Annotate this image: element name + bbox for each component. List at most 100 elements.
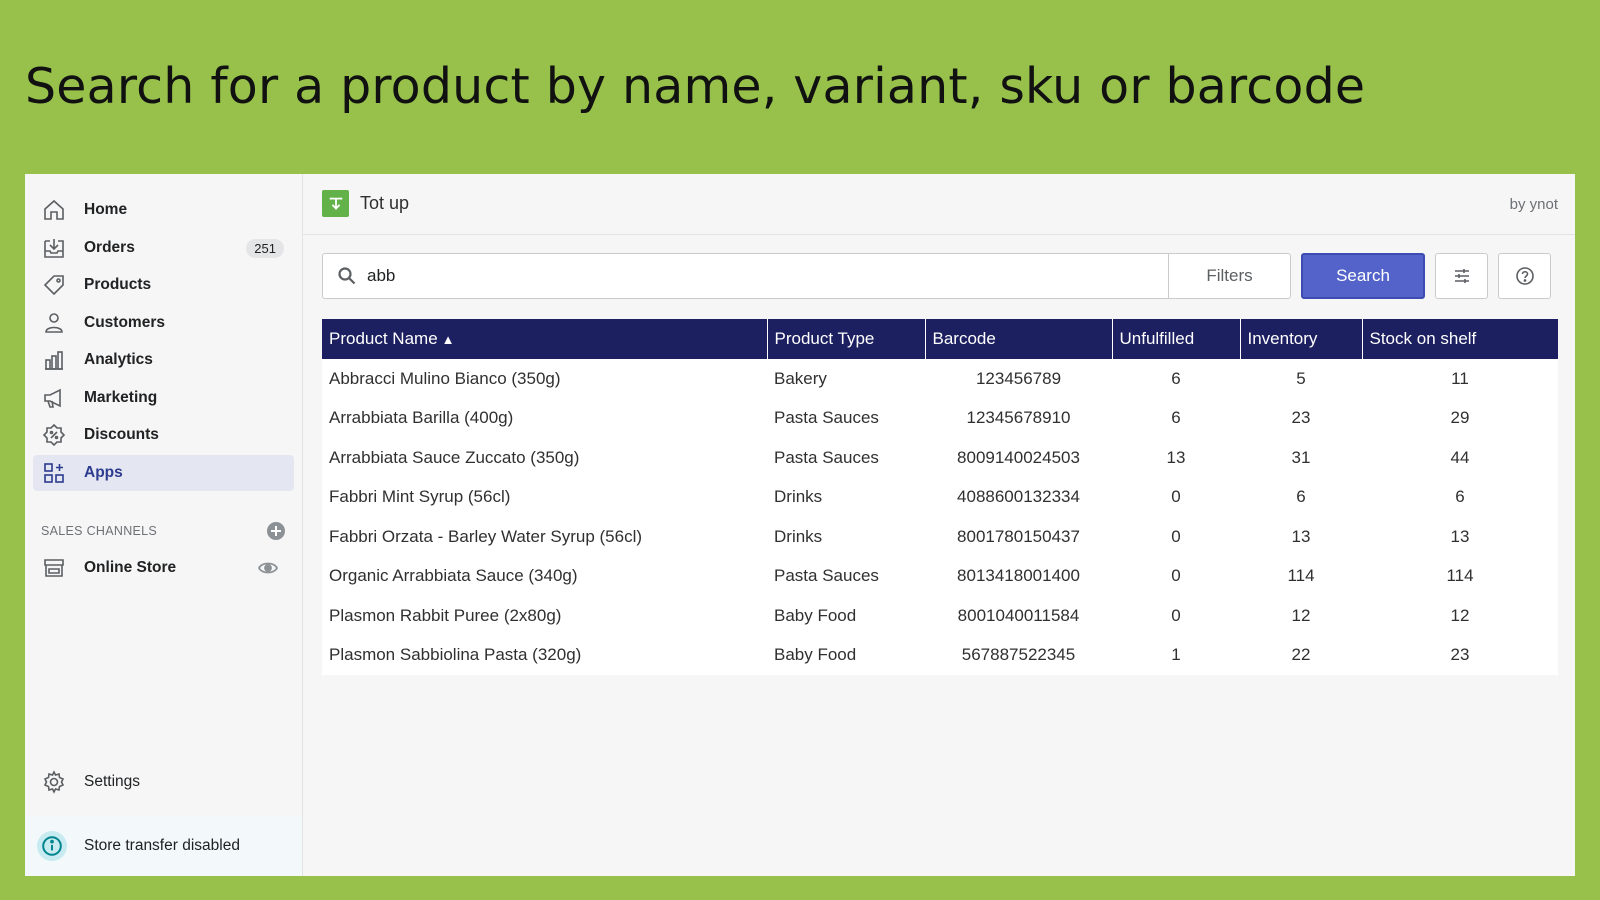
table-row[interactable]: Arrabbiata Sauce Zuccato (350g) Pasta Sau… bbox=[322, 438, 1558, 478]
store-transfer-banner: Store transfer disabled bbox=[25, 816, 302, 876]
sales-channels-title: SALES CHANNELS bbox=[41, 524, 158, 538]
col-header-inventory[interactable]: Inventory bbox=[1240, 319, 1363, 359]
col-header-product-name[interactable]: Product Name ▲ bbox=[322, 319, 768, 359]
cell-product-name: Plasmon Sabbiolina Pasta (320g) bbox=[329, 645, 582, 665]
cell-stock-on-shelf: 6 bbox=[1455, 487, 1465, 507]
cell-stock-on-shelf: 12 bbox=[1450, 605, 1470, 625]
sidebar-item-orders[interactable]: Orders 251 bbox=[33, 230, 294, 266]
apps-icon bbox=[41, 460, 67, 486]
cell-product-name: Arrabbiata Barilla (400g) bbox=[329, 408, 514, 428]
cell-inventory: 6 bbox=[1296, 487, 1306, 507]
products-table: Product Name ▲ Product Type Barcode Unful… bbox=[322, 319, 1558, 675]
orders-count-badge: 251 bbox=[246, 238, 284, 258]
cell-unfulfilled: 0 bbox=[1171, 487, 1181, 507]
cell-product-type: Drinks bbox=[774, 526, 823, 546]
cell-unfulfilled: 0 bbox=[1171, 526, 1181, 546]
person-icon bbox=[41, 310, 67, 336]
sidebar-item-discounts[interactable]: Discounts bbox=[33, 417, 294, 453]
sort-asc-icon: ▲ bbox=[441, 332, 455, 347]
add-channel-icon[interactable] bbox=[266, 521, 286, 541]
eye-icon[interactable] bbox=[258, 558, 278, 578]
megaphone-icon bbox=[41, 385, 67, 411]
sidebar-item-label: Home bbox=[84, 201, 128, 218]
sidebar-item-customers[interactable]: Customers bbox=[33, 305, 294, 341]
sidebar-item-home[interactable]: Home bbox=[33, 192, 294, 228]
table-row[interactable]: Plasmon Rabbit Puree (2x80g) Baby Food 800… bbox=[322, 596, 1558, 636]
sidebar-item-products[interactable]: Products bbox=[33, 267, 294, 303]
cell-stock-on-shelf: 11 bbox=[1451, 368, 1469, 388]
main-content: Tot up by ynot Filters Search Product Na… bbox=[303, 174, 1575, 876]
app-logo-icon bbox=[322, 190, 349, 217]
cell-product-type: Bakery bbox=[774, 368, 827, 388]
sidebar-item-settings[interactable]: Settings bbox=[33, 764, 294, 800]
bar-chart-icon bbox=[41, 347, 67, 373]
column-settings-button[interactable] bbox=[1435, 253, 1488, 299]
table-row[interactable]: Abbracci Mulino Bianco (350g) Bakery 12345… bbox=[322, 359, 1558, 399]
sidebar-item-label: Settings bbox=[84, 773, 141, 790]
home-icon bbox=[41, 197, 67, 223]
cell-inventory: 114 bbox=[1287, 566, 1315, 586]
table-row[interactable]: Fabbri Orzata - Barley Water Syrup (56cl… bbox=[322, 517, 1558, 557]
col-header-stock-on-shelf[interactable]: Stock on shelf bbox=[1362, 319, 1558, 359]
cell-unfulfilled: 0 bbox=[1171, 605, 1181, 625]
table-row[interactable]: Plasmon Sabbiolina Pasta (320g) Baby Food… bbox=[322, 636, 1558, 676]
sidebar-item-apps[interactable]: Apps bbox=[33, 454, 294, 491]
cell-inventory: 13 bbox=[1291, 526, 1311, 546]
search-button[interactable]: Search bbox=[1301, 253, 1425, 299]
table-header-row: Product Name ▲ Product Type Barcode Unful… bbox=[322, 319, 1558, 359]
help-button[interactable] bbox=[1498, 253, 1551, 299]
cell-barcode: 123456789 bbox=[975, 368, 1062, 388]
cell-unfulfilled: 0 bbox=[1171, 566, 1181, 586]
cell-product-name: Plasmon Rabbit Puree (2x80g) bbox=[329, 605, 562, 625]
table-row[interactable]: Arrabbiata Barilla (400g) Pasta Sauces 123… bbox=[322, 399, 1558, 439]
sidebar-item-label: Products bbox=[84, 276, 152, 293]
cell-product-name: Fabbri Mint Syrup (56cl) bbox=[329, 487, 511, 507]
cell-product-type: Pasta Sauces bbox=[774, 566, 879, 586]
cell-stock-on-shelf: 23 bbox=[1450, 645, 1470, 665]
cell-inventory: 31 bbox=[1291, 447, 1311, 467]
table-row[interactable]: Fabbri Mint Syrup (56cl) Drinks 4088600132… bbox=[322, 478, 1558, 518]
sliders-icon bbox=[1454, 269, 1469, 283]
cell-product-type: Baby Food bbox=[774, 605, 857, 625]
app-byline[interactable]: by ynot bbox=[1510, 196, 1558, 213]
col-header-barcode[interactable]: Barcode bbox=[925, 319, 1113, 359]
cell-barcode: 8001040011584 bbox=[957, 605, 1080, 625]
discount-icon bbox=[41, 422, 67, 448]
sidebar-item-analytics[interactable]: Analytics bbox=[33, 342, 294, 378]
cell-barcode: 4088600132334 bbox=[957, 487, 1080, 507]
search-field[interactable] bbox=[322, 253, 1169, 299]
cell-product-name: Arrabbiata Sauce Zuccato (350g) bbox=[329, 447, 580, 467]
filters-button[interactable]: Filters bbox=[1168, 253, 1291, 299]
cell-product-type: Pasta Sauces bbox=[774, 447, 879, 467]
page-headline: Search for a product by name, variant, s… bbox=[25, 58, 1366, 115]
sidebar-item-marketing[interactable]: Marketing bbox=[33, 380, 294, 416]
sidebar: Home Orders 251 Products Customers Analy… bbox=[25, 174, 303, 876]
cell-stock-on-shelf: 29 bbox=[1450, 408, 1470, 428]
col-header-unfulfilled[interactable]: Unfulfilled bbox=[1112, 319, 1241, 359]
sidebar-item-label: Analytics bbox=[84, 351, 153, 368]
cell-unfulfilled: 6 bbox=[1171, 368, 1181, 388]
cell-stock-on-shelf: 13 bbox=[1450, 526, 1470, 546]
cell-barcode: 12345678910 bbox=[966, 408, 1071, 428]
sidebar-item-online-store[interactable]: Online Store bbox=[33, 550, 294, 586]
cell-stock-on-shelf: 114 bbox=[1446, 566, 1474, 586]
cell-barcode: 567887522345 bbox=[961, 645, 1076, 665]
search-row: Filters Search bbox=[322, 253, 1558, 299]
cell-product-type: Baby Food bbox=[774, 645, 857, 665]
sidebar-item-label: Customers bbox=[84, 313, 165, 331]
sidebar-item-label: Discounts bbox=[84, 426, 159, 443]
search-input[interactable] bbox=[367, 266, 1127, 286]
store-transfer-label: Store transfer disabled bbox=[84, 837, 240, 854]
sidebar-item-label: Orders bbox=[84, 238, 135, 256]
gear-icon bbox=[41, 769, 67, 795]
tag-icon bbox=[41, 272, 67, 298]
sidebar-item-label: Marketing bbox=[84, 388, 158, 406]
cell-product-name: Abbracci Mulino Bianco (350g) bbox=[329, 368, 561, 388]
help-icon bbox=[1515, 267, 1534, 285]
cell-barcode: 8001780150437 bbox=[957, 526, 1080, 546]
col-header-product-type[interactable]: Product Type bbox=[767, 319, 926, 359]
cell-inventory: 12 bbox=[1291, 605, 1311, 625]
cell-inventory: 5 bbox=[1296, 368, 1306, 388]
app-topbar: Tot up by ynot bbox=[303, 174, 1575, 235]
table-row[interactable]: Organic Arrabbiata Sauce (340g) Pasta Sau… bbox=[322, 557, 1558, 597]
